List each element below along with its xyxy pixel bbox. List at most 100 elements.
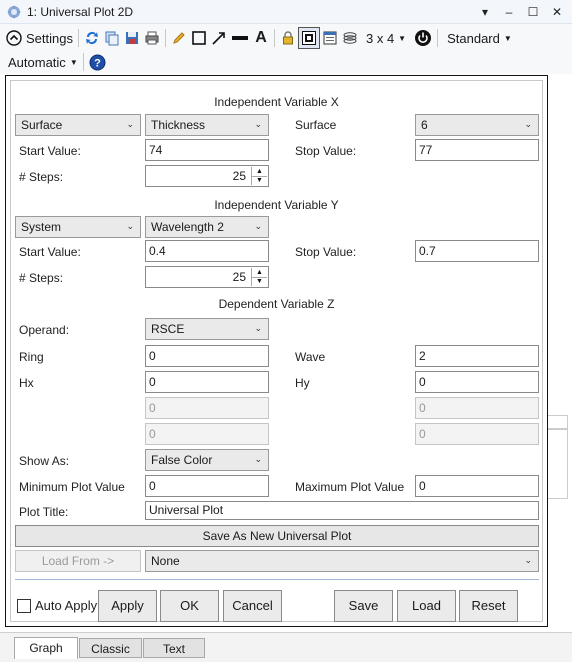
x-steps-label: # Steps: [19, 170, 64, 184]
hy-label: Hy [295, 376, 310, 390]
operand-select[interactable]: RSCE ⌄ [145, 318, 269, 340]
hx-label: Hx [19, 376, 34, 390]
cancel-button[interactable]: Cancel [223, 590, 282, 622]
y-steps-label: # Steps: [19, 271, 64, 285]
z-variable-header: Dependent Variable Z [218, 297, 335, 311]
show-as-label: Show As: [19, 454, 70, 468]
wave-input[interactable]: 2 [415, 345, 539, 367]
y-stop-label: Stop Value: [295, 245, 357, 259]
save-as-new-button[interactable]: Save As New Universal Plot [15, 525, 539, 547]
chevron-down-icon: ⌄ [254, 119, 262, 129]
x-surface-select[interactable]: 6 ⌄ [415, 114, 539, 136]
reset-button[interactable]: Reset [459, 590, 518, 622]
tab-graph[interactable]: Graph [14, 637, 78, 659]
y-steps-spinner[interactable]: ▲ ▼ [251, 268, 267, 286]
load-button[interactable]: Load [397, 590, 456, 622]
help-button[interactable]: ? [87, 51, 108, 73]
chevron-down-icon: ⌄ [254, 221, 262, 231]
copy-button[interactable] [102, 27, 122, 49]
print-button[interactable] [142, 27, 162, 49]
hx-input[interactable]: 0 [145, 371, 269, 393]
operand-label: Operand: [19, 323, 70, 337]
text-tool-button[interactable]: A [251, 27, 271, 49]
ring-label: Ring [19, 350, 44, 364]
save-image-button[interactable] [122, 27, 142, 49]
title-bar: 1: Universal Plot 2D ▾ – ☐ ✕ [0, 0, 572, 24]
x-start-input[interactable]: 74 [145, 139, 269, 161]
minimize-button[interactable]: – [502, 5, 516, 19]
plot-title-input[interactable]: Universal Plot [145, 501, 539, 520]
close-button[interactable]: ✕ [550, 5, 564, 19]
y-start-label: Start Value: [19, 245, 81, 259]
tab-text[interactable]: Text [143, 638, 205, 658]
settings-button[interactable]: Settings [4, 27, 75, 49]
window-layout-button[interactable] [320, 27, 340, 49]
spin-up-icon[interactable]: ▲ [252, 268, 267, 277]
settings-label: Settings [26, 30, 73, 46]
toolbar-separator [437, 29, 439, 47]
chevron-down-icon: ⌄ [254, 454, 262, 464]
param-5-input: 0 [145, 423, 269, 445]
y-parameter-select[interactable]: Wavelength 2 ⌄ [145, 216, 269, 238]
spin-down-icon[interactable]: ▼ [252, 175, 267, 186]
window-title: 1: Universal Plot 2D [27, 4, 134, 19]
rectangle-tool-button[interactable] [189, 27, 209, 49]
lock-button[interactable] [278, 27, 298, 49]
y-start-input[interactable]: 0.4 [145, 240, 269, 262]
x-parameter-select[interactable]: Thickness ⌄ [145, 114, 269, 136]
tab-classic[interactable]: Classic [79, 638, 142, 658]
grid-view-button[interactable] [297, 27, 320, 49]
layout-dropdown[interactable]: 3 x 4 ▼ [360, 27, 408, 49]
param-3-input: 0 [145, 397, 269, 419]
window-icon [323, 31, 337, 45]
view-tabs: Graph Classic Text [0, 632, 572, 662]
max-plot-input[interactable]: 0 [415, 475, 539, 497]
layers-icon [343, 32, 357, 44]
hy-input[interactable]: 0 [415, 371, 539, 393]
auto-apply-label[interactable]: Auto Apply [35, 598, 97, 613]
x-steps-value: 25 [232, 169, 246, 183]
text-tool-icon: A [255, 29, 267, 46]
pencil-tool-button[interactable] [169, 27, 189, 49]
ring-input[interactable]: 0 [145, 345, 269, 367]
x-steps-spinner[interactable]: ▲ ▼ [251, 167, 267, 185]
y-parameter-value: Wavelength 2 [151, 220, 224, 234]
y-stop-input[interactable]: 0.7 [415, 240, 539, 262]
x-steps-stepper[interactable]: 25 ▲ ▼ [145, 165, 269, 187]
standard-label: Standard [447, 30, 500, 46]
x-category-select[interactable]: Surface ⌄ [15, 114, 141, 136]
x-stop-input[interactable]: 77 [415, 139, 539, 161]
standard-dropdown[interactable]: Standard ▼ [441, 27, 514, 49]
spin-up-icon[interactable]: ▲ [252, 167, 267, 176]
apply-button[interactable]: Apply [98, 590, 157, 622]
param-6-input: 0 [415, 423, 539, 445]
power-button[interactable] [412, 27, 434, 49]
y-steps-stepper[interactable]: 25 ▲ ▼ [145, 266, 269, 288]
app-icon [7, 4, 21, 19]
min-plot-input[interactable]: 0 [145, 475, 269, 497]
y-category-select[interactable]: System ⌄ [15, 216, 141, 238]
param-4-input: 0 [415, 397, 539, 419]
plot-title-label: Plot Title: [19, 505, 69, 519]
svg-text:?: ? [94, 57, 101, 69]
auto-apply-checkbox[interactable] [17, 599, 31, 613]
maximize-button[interactable]: ☐ [526, 5, 540, 19]
update-button[interactable] [82, 27, 102, 49]
load-from-button: Load From -> [15, 550, 141, 572]
load-from-select[interactable]: None ⌄ [145, 550, 539, 572]
save-button[interactable]: Save [334, 590, 393, 622]
save-icon [125, 32, 138, 44]
line-tool-button[interactable] [229, 27, 251, 49]
ok-button[interactable]: OK [160, 590, 219, 622]
show-as-select[interactable]: False Color ⌄ [145, 449, 269, 471]
y-category-value: System [21, 220, 62, 234]
background-panel-edge [548, 429, 568, 499]
x-variable-header: Independent Variable X [214, 95, 339, 109]
window-menu-button[interactable]: ▾ [478, 5, 492, 19]
spin-down-icon[interactable]: ▼ [252, 276, 267, 287]
arrow-tool-button[interactable] [209, 27, 229, 49]
help-icon: ? [89, 54, 106, 70]
toolbar-separator [82, 53, 84, 71]
automatic-dropdown[interactable]: Automatic ▼ [4, 51, 80, 73]
layers-button[interactable] [340, 27, 360, 49]
